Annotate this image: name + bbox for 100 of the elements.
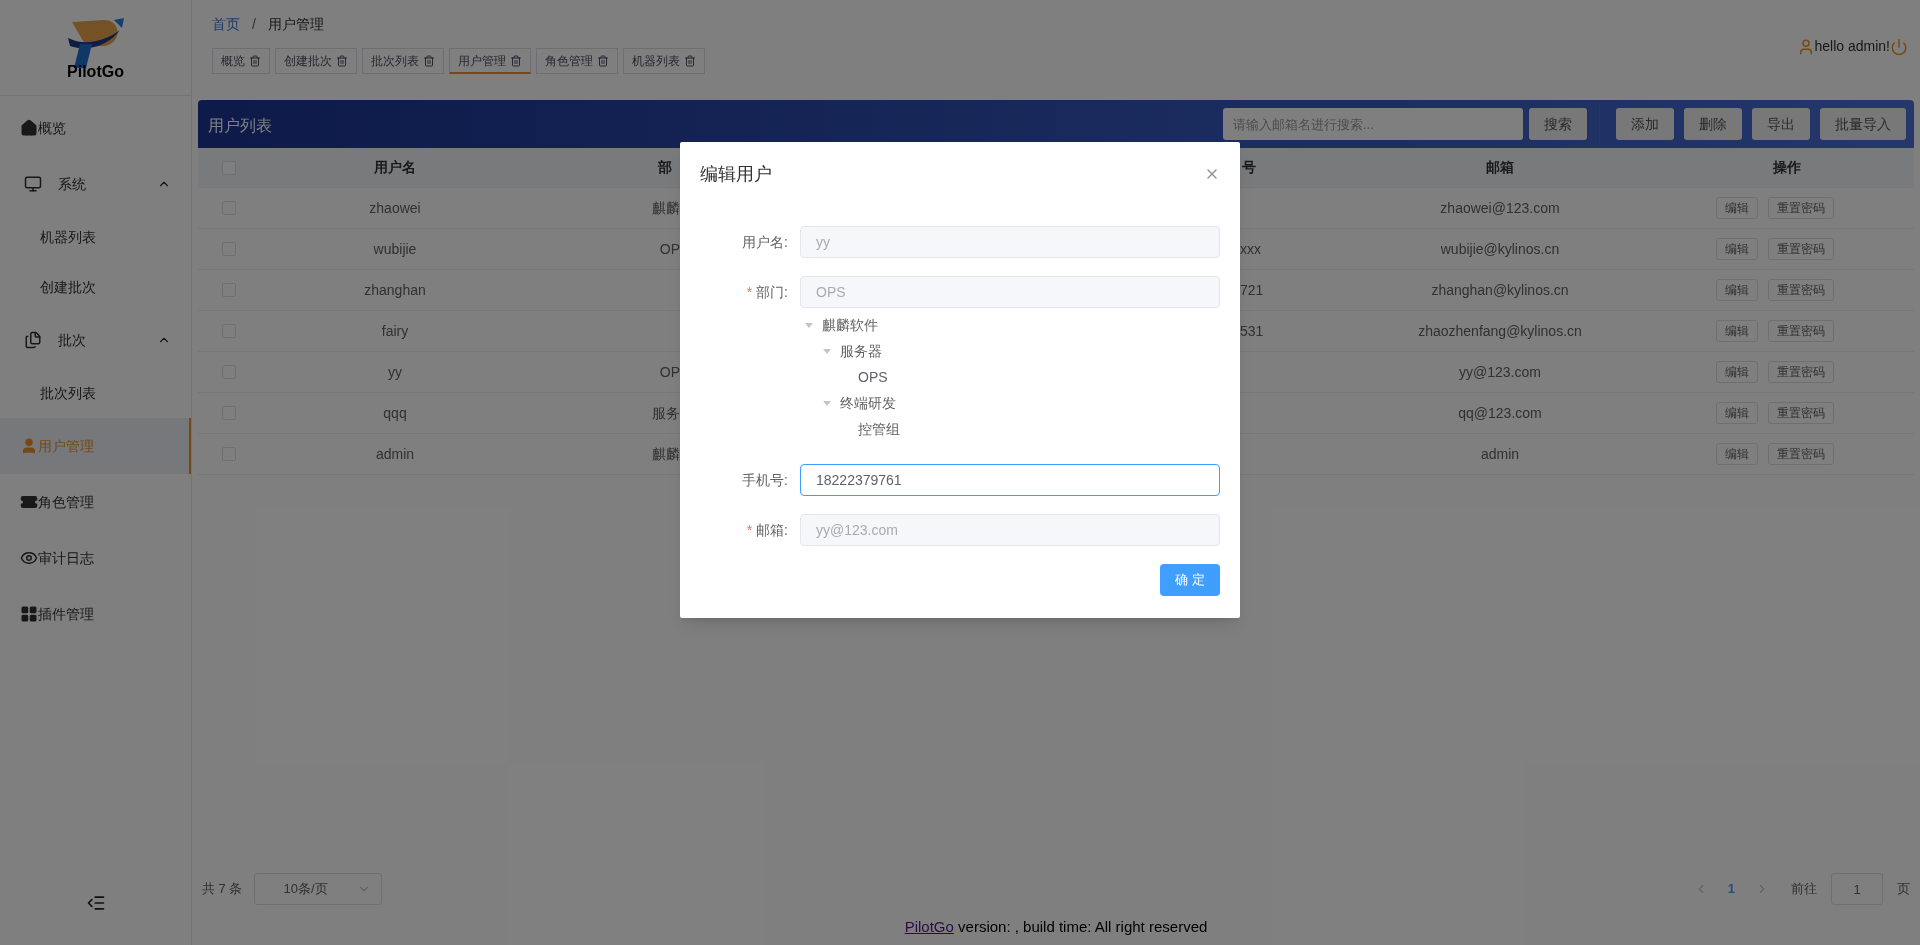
page-tab[interactable]: 创建批次 [275, 48, 357, 74]
sidebar-label: 审计日志 [38, 548, 94, 568]
page-tab[interactable]: 概览 [212, 48, 270, 74]
table-cell-text: admin [375, 444, 415, 464]
eye-icon [20, 549, 38, 567]
footer-text: PilotGo version: , build time: All right reserved [904, 916, 1208, 937]
row-action-button[interactable]: 重置密码 [1768, 320, 1834, 342]
collapse-menu-icon[interactable] [85, 893, 106, 913]
table-cell-text: 服务 [652, 403, 680, 423]
row-action-button[interactable]: 重置密码 [1768, 197, 1834, 219]
sidebar-subitem[interactable]: 批次列表 [0, 368, 191, 418]
dialog-title: 编辑用户 [700, 162, 772, 186]
logo-text: PilotGo [67, 63, 124, 80]
field-label: * 邮箱: [746, 520, 788, 540]
page-tab[interactable]: 角色管理 [536, 48, 618, 74]
trash-icon[interactable] [423, 55, 435, 67]
breadcrumb-separator: / [252, 14, 256, 34]
trash-icon[interactable] [336, 55, 348, 67]
ticket-icon [20, 493, 38, 511]
table-cell-text: wubijie [373, 239, 417, 259]
breadcrumb-item: 用户管理 [267, 14, 324, 34]
field-label: 手机号: [742, 470, 788, 490]
sidebar-label: 概览 [38, 118, 66, 138]
table-cell-text: yy@123.com [1459, 362, 1541, 382]
home-icon [20, 119, 38, 137]
trash-icon[interactable] [249, 55, 261, 67]
sidebar-item[interactable]: 用户管理 [0, 418, 191, 474]
sidebar-subitem[interactable]: 创建批次 [0, 262, 191, 312]
column-header: 操作 [1773, 158, 1801, 177]
row-action-button[interactable]: 重置密码 [1768, 361, 1834, 383]
table-cell-text: xxx [1240, 239, 1261, 259]
field-label: 用户名: [742, 232, 788, 252]
row-action-button[interactable]: 编辑 [1716, 238, 1758, 260]
table-cell-text: 麒麟 [652, 444, 680, 464]
panel-title: 用户列表 [208, 116, 272, 136]
trash-icon[interactable] [597, 55, 609, 67]
row-action-button[interactable]: 编辑 [1716, 402, 1758, 424]
column-header: 用户名 [374, 158, 416, 177]
footer-link[interactable]: PilotGo [904, 917, 954, 935]
table-cell-text: zhanghan@kylinos.cn [1431, 280, 1569, 300]
toolbar-button[interactable]: 删除 [1684, 108, 1742, 140]
user-greeting: hello admin! [1814, 37, 1890, 56]
sidebar-item[interactable]: 角色管理 [0, 474, 191, 530]
row-action-button[interactable]: 重置密码 [1768, 402, 1834, 424]
grid-icon [20, 605, 38, 623]
page-tab[interactable]: 机器列表 [623, 48, 705, 74]
table-cell-text: yy [388, 362, 402, 382]
trash-icon[interactable] [684, 55, 696, 67]
sidebar-item[interactable]: 概览 [0, 100, 191, 156]
row-action-button[interactable]: 编辑 [1716, 279, 1758, 301]
page-number[interactable]: 1 [1721, 879, 1741, 899]
row-action-button[interactable]: 重置密码 [1768, 443, 1834, 465]
power-icon[interactable] [1890, 37, 1908, 56]
sidebar-item[interactable]: 审计日志 [0, 530, 191, 586]
table-cell-text: qqq [383, 403, 407, 423]
table-cell-text: 麒麟 [652, 198, 680, 218]
column-header: 邮箱 [1486, 158, 1514, 177]
documents-icon [24, 331, 42, 349]
page-size-select[interactable]: 10条/页 [254, 873, 383, 905]
sidebar-label: 系统 [58, 174, 86, 194]
table-cell-text: wubijie@kylinos.cn [1440, 239, 1560, 259]
toolbar-button[interactable]: 导出 [1752, 108, 1810, 140]
table-cell-text: 531 [1240, 321, 1264, 341]
sidebar-subitem[interactable]: 机器列表 [0, 212, 191, 262]
confirm-button[interactable]: 确 定 [1160, 564, 1220, 596]
monitor-icon [24, 175, 42, 193]
sidebar-label: 角色管理 [38, 492, 94, 512]
table-cell-text: zhanghan [364, 280, 426, 300]
table-cell-text: zhaowei [369, 198, 421, 218]
sidebar-item[interactable]: 批次 [0, 312, 191, 368]
toolbar-button[interactable]: 添加 [1616, 108, 1674, 140]
table-cell-text: zhaozhenfang@kylinos.cn [1418, 321, 1582, 341]
row-action-button[interactable]: 编辑 [1716, 361, 1758, 383]
sidebar-label: 插件管理 [38, 604, 94, 624]
breadcrumb-item[interactable]: 首页 [212, 13, 240, 35]
row-action-button[interactable]: 重置密码 [1768, 279, 1834, 301]
row-action-button[interactable]: 重置密码 [1768, 238, 1834, 260]
row-action-button[interactable]: 编辑 [1716, 443, 1758, 465]
toolbar-button[interactable]: 批量导入 [1820, 108, 1906, 140]
trash-icon[interactable] [510, 54, 522, 67]
input-field[interactable]: 18222379761 [800, 464, 1220, 496]
table-cell-text: OP [659, 362, 680, 382]
page-tab[interactable]: 用户管理 [449, 48, 531, 74]
column-header: 部 [658, 158, 673, 177]
field-label: * 部门: [746, 282, 788, 302]
table-cell-text: 721 [1240, 280, 1264, 300]
page-input[interactable]: 1 [1831, 873, 1883, 905]
search-button[interactable]: 搜索 [1529, 108, 1587, 140]
table-cell-text: fairy [381, 321, 409, 341]
sidebar-label: 用户管理 [38, 436, 94, 456]
sidebar-item[interactable]: 系统 [0, 156, 191, 212]
sidebar-item[interactable]: 插件管理 [0, 586, 191, 642]
row-action-button[interactable]: 编辑 [1716, 197, 1758, 219]
sidebar-label: 批次 [58, 330, 86, 350]
column-header: 号 [1241, 158, 1256, 177]
table-cell-text: qq@123.com [1458, 403, 1542, 423]
page-tab[interactable]: 批次列表 [362, 48, 444, 74]
table-cell-text: zhaowei@123.com [1440, 198, 1560, 218]
row-action-button[interactable]: 编辑 [1716, 320, 1758, 342]
goto-label: 前往 [1791, 880, 1817, 899]
